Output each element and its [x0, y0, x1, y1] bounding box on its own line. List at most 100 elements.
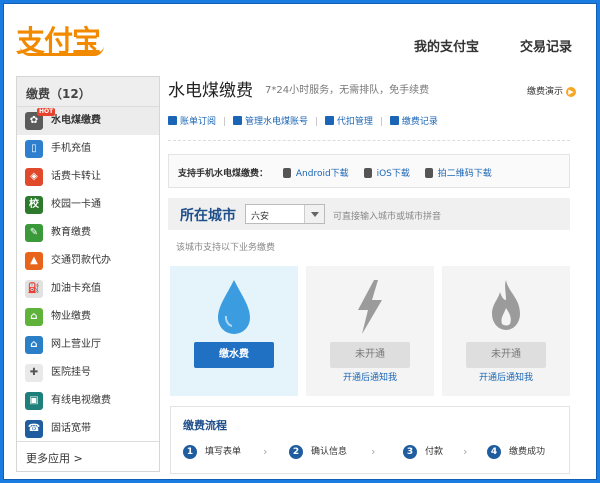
tv-icon: ▣ [25, 392, 43, 410]
logo-swoosh [20, 46, 104, 56]
step-label: 付款 [425, 447, 444, 457]
phone-card-icon: ◈ [25, 168, 43, 186]
alipay-logo[interactable]: 支付宝 [16, 18, 104, 60]
sidebar-item[interactable]: ⛽ 加油卡充值 [17, 275, 159, 303]
pay-water-button[interactable]: 缴水费 [194, 342, 274, 368]
step-number: 2 [289, 445, 303, 459]
sidebar-item-label: 物业缴费 [51, 311, 91, 322]
sidebar-item[interactable]: ▣ 有线电视缴费 [17, 387, 159, 415]
sidebar-item[interactable]: ⌂ 网上营业厅 [17, 331, 159, 359]
traffic-icon: ▲ [25, 252, 43, 270]
sidebar-item-label: 手机充值 [51, 143, 91, 154]
sidebar-item[interactable]: ▲ 交通罚款代办 [17, 247, 159, 275]
apple-icon [363, 168, 372, 178]
sidebar-title: 缴费（12） [17, 77, 159, 107]
bill-subscription-link[interactable]: 账单订阅 [168, 114, 216, 127]
sidebar-item-label: 话费卡转让 [51, 171, 101, 182]
chevron-right-icon: › [463, 445, 468, 458]
step-number: 4 [487, 445, 501, 459]
sidebar-item-label: 校园一卡通 [51, 199, 101, 210]
flame-icon [492, 280, 520, 330]
nav-trade-records[interactable]: 交易记录 [520, 36, 572, 55]
ios-download-link[interactable]: iOS下载 [377, 169, 410, 179]
step-number: 3 [403, 445, 417, 459]
gas-bill-card: 未开通 开通后通知我 [442, 266, 570, 396]
mobile-app-bar: 支持手机水电煤缴费： Android下载 iOS下载 拍二维码下载 [168, 154, 570, 188]
more-apps-link[interactable]: 更多应用 > [17, 441, 159, 471]
lightning-icon [358, 280, 382, 334]
sidebar-item-label: 有线电视缴费 [51, 395, 111, 406]
sidebar-item[interactable]: ✎ 教育缴费 [17, 219, 159, 247]
page-title: 水电煤缴费 [168, 81, 253, 101]
payment-records-link[interactable]: 缴费记录 [389, 114, 438, 127]
demo-link[interactable]: 缴费演示 ▶ [527, 84, 576, 97]
chevron-down-icon[interactable] [304, 205, 324, 223]
support-note: 该城市支持以下业务缴费 [176, 243, 276, 253]
chevron-right-icon: › [371, 445, 376, 458]
city-select[interactable]: 六安 [245, 204, 325, 224]
process-title: 缴费流程 [183, 419, 227, 432]
nav-my-alipay[interactable]: 我的支付宝 [414, 36, 479, 55]
mobile-app-label: 支持手机水电煤缴费： [178, 169, 269, 179]
quick-links: 账单订阅 | 管理水电煤账号 | 代扣管理 | 缴费记录 [168, 114, 568, 127]
city-selector-row: 所在城市 六安 可直接输入城市或城市拼音 [168, 198, 570, 230]
city-hint: 可直接输入城市或城市拼音 [333, 212, 442, 222]
sidebar-item-label: 水电煤缴费 [51, 115, 101, 126]
payment-process: 缴费流程 1 填写表单 › 2 确认信息 › 3 付款 › 4 缴费成功 [170, 406, 570, 474]
gas-notify-link[interactable]: 开通后通知我 [442, 370, 570, 383]
property-icon: ⌂ [25, 308, 43, 326]
broadband-icon: ☎ [25, 420, 43, 438]
sidebar-item[interactable]: ✿ HOT 水电煤缴费 [17, 107, 159, 135]
campus-card-icon: 校 [25, 196, 43, 214]
electricity-notify-link[interactable]: 开通后通知我 [306, 370, 434, 383]
education-icon: ✎ [25, 224, 43, 242]
water-drop-icon [218, 280, 250, 334]
sidebar-item-label: 固话宽带 [51, 423, 91, 434]
android-icon [282, 168, 291, 178]
process-step-2: 2 确认信息 [289, 445, 347, 459]
city-label: 所在城市 [180, 208, 236, 224]
divider: | [314, 117, 318, 127]
sidebar-item[interactable]: ▯ 手机充值 [17, 135, 159, 163]
browser-frame: 支付宝 我的支付宝 交易记录 缴费（12） ✿ HOT 水电煤缴费 ▯ 手机充值 ◈ 话费卡… [3, 3, 597, 480]
manage-accounts-link[interactable]: 管理水电煤账号 [232, 114, 308, 127]
auto-debit-icon [324, 116, 334, 125]
hospital-icon: ✚ [25, 364, 43, 382]
sidebar-item-label: 医院挂号 [51, 367, 91, 378]
link-label: 缴费记录 [401, 117, 438, 127]
sidebar-item[interactable]: ✚ 医院挂号 [17, 359, 159, 387]
electricity-bill-card: 未开通 开通后通知我 [306, 266, 434, 396]
sidebar-item[interactable]: ⌂ 物业缴费 [17, 303, 159, 331]
water-bill-card: 缴水费 [170, 266, 298, 396]
user-icon [232, 116, 242, 125]
auto-debit-link[interactable]: 代扣管理 [324, 114, 373, 127]
phone-icon [424, 168, 433, 178]
chevron-right-icon: › [263, 445, 268, 458]
step-label: 缴费成功 [509, 447, 546, 457]
process-step-3: 3 付款 [403, 445, 443, 459]
city-value: 六安 [251, 212, 270, 222]
sidebar-item[interactable]: 校校园一卡通 [17, 191, 159, 219]
sidebar-item[interactable]: ☎ 固话宽带 [17, 415, 159, 443]
hot-badge: HOT [37, 108, 56, 116]
main-content: 水电煤缴费 7*24小时服务，无需排队，免手续费 缴费演示 ▶ 账单订阅 | 管理水… [166, 68, 586, 478]
gas-not-available-button: 未开通 [466, 342, 546, 368]
sidebar-item-label: 教育缴费 [51, 227, 91, 238]
qr-download-link[interactable]: 拍二维码下载 [438, 169, 492, 179]
android-download-link[interactable]: Android下载 [296, 169, 349, 179]
divider-line [168, 140, 570, 141]
sidebar-item[interactable]: ◈ 话费卡转让 [17, 163, 159, 191]
sidebar-item-label: 网上营业厅 [51, 339, 101, 350]
link-label: 账单订阅 [180, 117, 217, 127]
demo-label: 缴费演示 [526, 87, 563, 97]
sidebar-item-label: 加油卡充值 [51, 283, 101, 294]
sidebar: 缴费（12） ✿ HOT 水电煤缴费 ▯ 手机充值 ◈ 话费卡转让校校园一卡通 ✎ 教育缴费 ▲ 交… [16, 76, 160, 472]
step-label: 确认信息 [311, 447, 348, 457]
divider: | [379, 117, 383, 127]
sidebar-list: ✿ HOT 水电煤缴费 ▯ 手机充值 ◈ 话费卡转让校校园一卡通 ✎ 教育缴费 ▲ 交通罚款代办 ⛽ 加… [17, 107, 159, 443]
fuel-icon: ⛽ [25, 280, 43, 298]
page-subtitle: 7*24小时服务，无需排队，免手续费 [265, 85, 430, 96]
play-icon: ▶ [566, 86, 576, 97]
step-label: 填写表单 [205, 447, 242, 457]
sidebar-item-label: 交通罚款代办 [51, 255, 111, 266]
